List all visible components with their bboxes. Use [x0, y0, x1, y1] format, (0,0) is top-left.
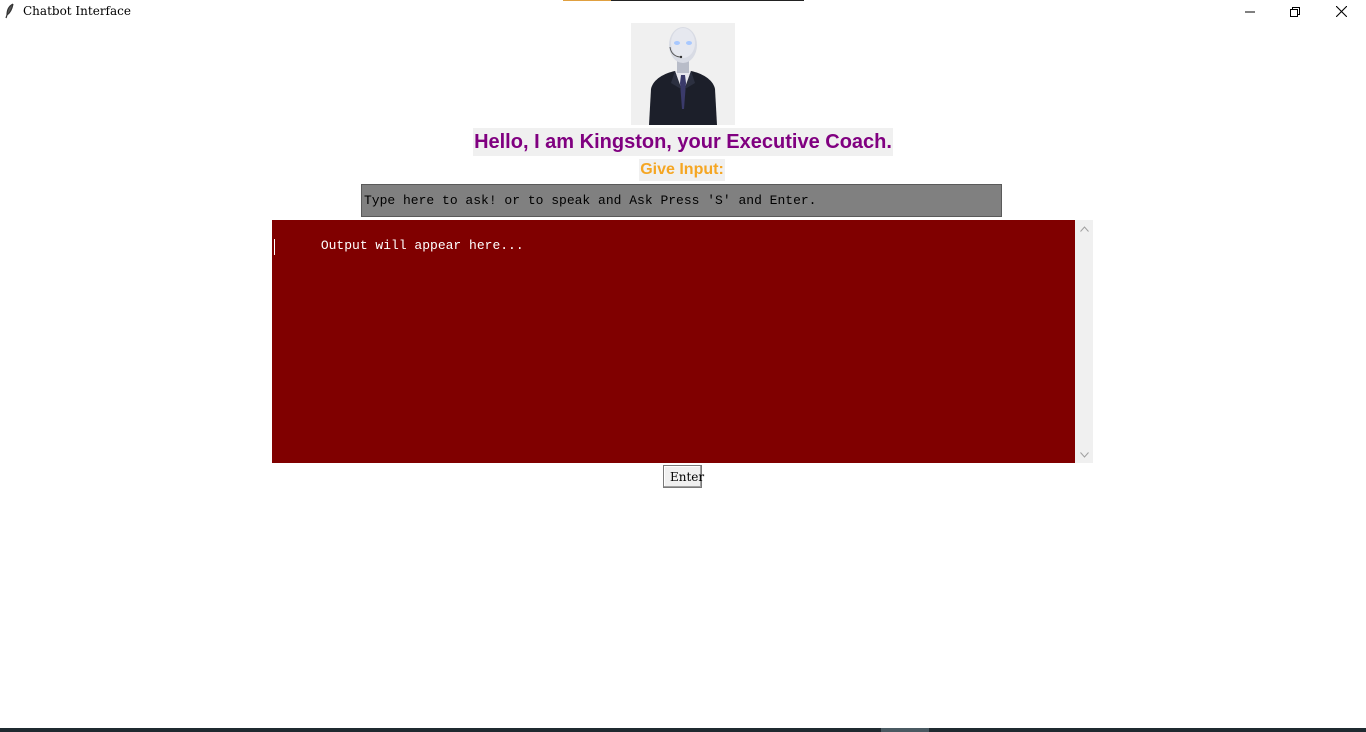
close-icon: [1335, 2, 1347, 21]
restore-icon: [1290, 2, 1300, 21]
minimize-button[interactable]: [1227, 0, 1273, 22]
greeting-heading: Hello, I am Kingston, your Executive Coa…: [473, 128, 893, 156]
robot-avatar: [631, 23, 735, 125]
close-button[interactable]: [1318, 0, 1364, 22]
output-panel: Output will appear here...: [272, 220, 1093, 463]
text-caret: [274, 239, 275, 255]
question-input[interactable]: [361, 184, 1002, 217]
top-accent-highlight: [563, 0, 611, 1]
output-text: Output will appear here...: [320, 238, 524, 253]
title-bar: Chatbot Interface: [0, 0, 1366, 22]
taskbar-active-item: [881, 728, 929, 732]
output-scrollbar[interactable]: [1075, 220, 1093, 463]
chatbot-window: Chatbot Interface Hello, I am Kingston, …: [0, 0, 1366, 732]
taskbar-strip: [0, 728, 1366, 732]
output-text-area[interactable]: Output will appear here...: [272, 220, 1075, 463]
minimize-icon: [1245, 2, 1255, 21]
input-label: Give Input:: [639, 159, 725, 181]
feather-icon: [5, 3, 15, 19]
window-title: Chatbot Interface: [23, 4, 131, 18]
scroll-up-arrow-icon[interactable]: [1075, 220, 1093, 237]
scroll-down-arrow-icon[interactable]: [1075, 446, 1093, 463]
enter-button[interactable]: Enter: [663, 465, 704, 488]
maximize-button[interactable]: [1272, 0, 1318, 22]
